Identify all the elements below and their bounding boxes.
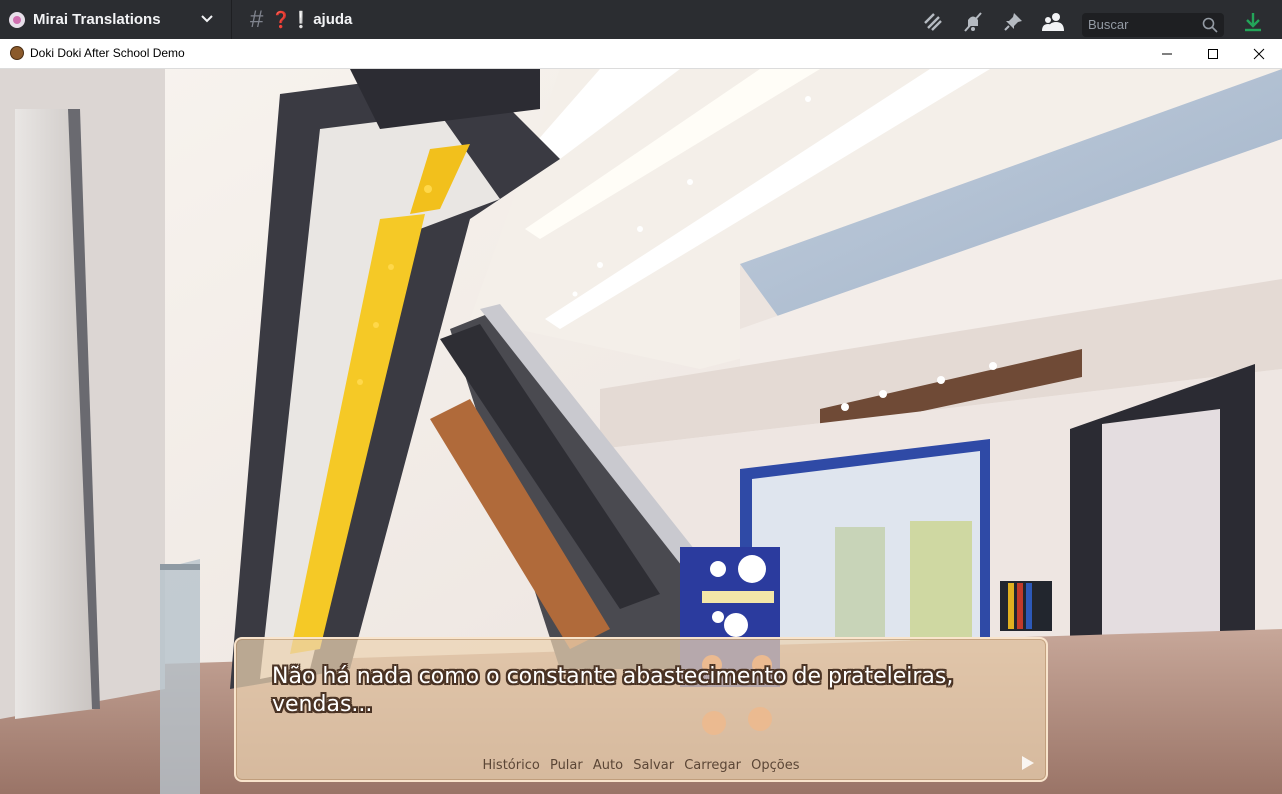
channel-emoji: ❓❕ (271, 10, 312, 29)
dialogue-box[interactable]: Não há nada como o constante abastecimen… (234, 637, 1048, 782)
game-window-titlebar: Doki Doki After School Demo (0, 39, 1282, 69)
server-name: Mirai Translations (33, 11, 161, 28)
minimize-button[interactable] (1144, 39, 1190, 69)
click-to-continue-icon[interactable] (1022, 756, 1034, 770)
channel-header: # ❓❕ ajuda (250, 0, 352, 39)
maximize-icon (1208, 49, 1218, 59)
dialogue-line-2: vendas... (272, 692, 373, 717)
mute-bell-icon[interactable] (962, 11, 984, 33)
threads-icon[interactable] (922, 11, 944, 33)
dialogue-text: Não há nada como o constante abastecimen… (272, 663, 992, 719)
pin-icon[interactable] (1002, 11, 1024, 33)
search-input[interactable]: Buscar (1082, 13, 1224, 37)
discord-title-bar: Mirai Translations # ❓❕ ajuda Buscar (0, 0, 1282, 39)
load-button[interactable]: Carregar (684, 758, 741, 773)
channel-name: ajuda (313, 11, 353, 28)
server-header[interactable]: Mirai Translations (0, 0, 232, 39)
chevron-down-icon[interactable] (200, 14, 214, 24)
channel-hash-icon: # (250, 5, 264, 33)
quick-menu: Histórico Pular Auto Salvar Carregar Opç… (236, 758, 1046, 773)
dialogue-line-1: Não há nada como o constante abastecimen… (272, 664, 954, 689)
auto-button[interactable]: Auto (593, 758, 623, 773)
minimize-icon (1162, 53, 1172, 55)
search-placeholder: Buscar (1088, 17, 1129, 32)
game-scene[interactable]: Não há nada como o constante abastecimen… (0, 69, 1282, 794)
download-icon[interactable] (1242, 11, 1264, 33)
members-icon[interactable] (1042, 11, 1064, 33)
window-title: Doki Doki After School Demo (30, 46, 185, 60)
close-icon (1253, 48, 1265, 60)
save-button[interactable]: Salvar (633, 758, 674, 773)
search-icon (1202, 17, 1218, 33)
options-button[interactable]: Opções (751, 758, 799, 773)
history-button[interactable]: Histórico (483, 758, 540, 773)
maximize-button[interactable] (1190, 39, 1236, 69)
skip-button[interactable]: Pular (550, 758, 583, 773)
close-button[interactable] (1236, 39, 1282, 69)
server-icon (9, 11, 25, 28)
app-icon (10, 46, 24, 60)
